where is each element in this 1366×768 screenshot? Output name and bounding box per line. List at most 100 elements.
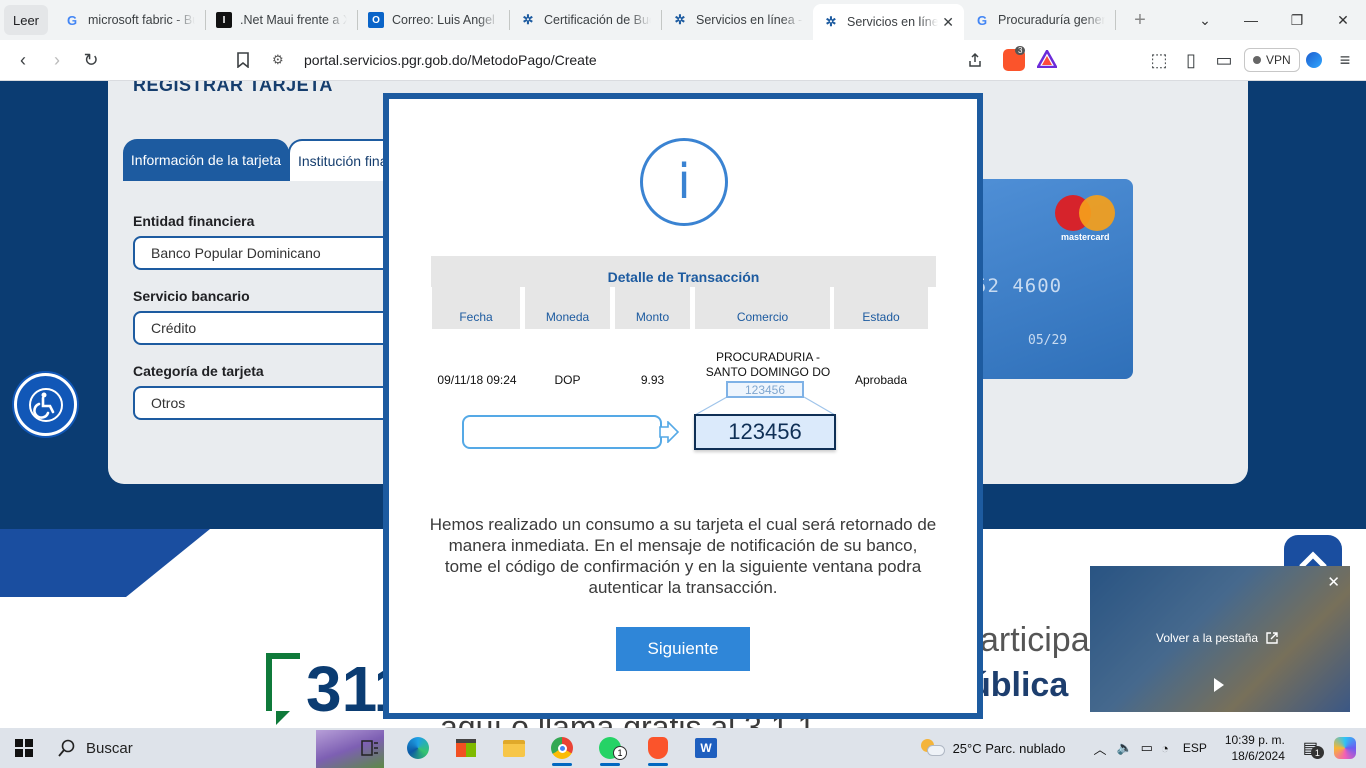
weather-icon[interactable] <box>920 739 945 757</box>
notification-badge: 1 <box>1310 746 1324 759</box>
wheelchair-icon <box>28 387 63 422</box>
transaction-detail-title: Detalle de Transacción <box>431 256 936 287</box>
financial-entity-select[interactable]: Banco Popular Dominicano <box>133 236 403 270</box>
cell-moneda: DOP <box>554 373 581 387</box>
next-button[interactable]: Siguiente <box>616 627 750 671</box>
url-text[interactable]: portal.servicios.pgr.gob.do/MetodoPago/C… <box>304 52 597 68</box>
new-tab-button[interactable]: + <box>1124 9 1156 32</box>
show-hidden-icons[interactable]: ︿ <box>1093 739 1106 758</box>
wifi-icon[interactable]: ◔ <box>1161 741 1169 756</box>
notifications-button[interactable]: ▤ 1 <box>1303 738 1324 759</box>
column-header-estado: Estado <box>834 287 928 329</box>
tab-net-maui[interactable]: I .Net Maui frente a X <box>206 0 357 40</box>
back-to-tab-button[interactable]: Volver a la pestaña <box>1156 631 1278 645</box>
column-header-moneda: Moneda <box>525 287 610 329</box>
back-icon[interactable]: ‹ <box>6 43 40 77</box>
vpn-button[interactable]: VPN <box>1244 48 1300 72</box>
service-icon: ✲ <box>522 12 534 27</box>
search-label: Buscar <box>86 739 133 757</box>
tab-search-icon[interactable]: ⌄ <box>1182 0 1228 40</box>
bank-service-select[interactable]: Crédito <box>133 311 403 345</box>
battery-icon[interactable]: ▭ <box>1141 740 1153 756</box>
column-header-monto: Monto <box>615 287 690 329</box>
volume-icon[interactable]: 🔈 <box>1116 740 1132 756</box>
play-icon[interactable] <box>1214 678 1224 692</box>
task-view-button[interactable] <box>346 728 394 768</box>
leo-ai-icon[interactable] <box>1306 52 1322 68</box>
tab-title: microsoft fabric - Bu <box>88 13 195 27</box>
google-icon: G <box>976 12 988 28</box>
forward-icon[interactable]: › <box>40 43 74 77</box>
share-icon[interactable] <box>958 43 992 77</box>
windows-logo-icon <box>15 739 33 757</box>
tab-servicios-1[interactable]: ✲ Servicios en línea - C <box>662 0 813 40</box>
cell-comercio: PROCURADURIA - SANTO DOMINGO DO <box>705 350 831 379</box>
cell-fecha: 09/11/18 09:24 <box>437 373 517 387</box>
tab-title: Correo: Luis Angel L <box>392 13 499 27</box>
store-icon <box>456 739 476 757</box>
taskbar-whatsapp[interactable]: 1 <box>586 728 634 768</box>
reload-icon[interactable]: ↻ <box>74 43 108 77</box>
taskbar-edge[interactable] <box>394 728 442 768</box>
restore-icon[interactable]: ❐ <box>1274 0 1320 40</box>
minimize-icon[interactable]: — <box>1228 0 1274 40</box>
tab-title: Servicios en línea - C <box>696 13 803 27</box>
picture-in-picture-window[interactable]: Volver a la pestaña ✕ <box>1090 566 1350 712</box>
outlook-icon: O <box>368 12 384 28</box>
wallet-icon[interactable]: ▭ <box>1207 43 1241 77</box>
mastercard-logo-icon <box>1079 195 1115 231</box>
cell-estado: Aprobada <box>854 373 908 387</box>
page-title: REGISTRAR TARJETA <box>133 81 333 95</box>
taskbar-chrome[interactable] <box>538 728 586 768</box>
tab-card-info[interactable]: Información de la tarjeta <box>123 139 289 181</box>
close-tab-icon[interactable]: ✕ <box>942 14 954 31</box>
close-pip-icon[interactable]: ✕ <box>1327 573 1340 591</box>
card-category-label: Categoría de tarjeta <box>133 363 264 379</box>
external-link-icon <box>1266 632 1278 644</box>
service-icon: ✲ <box>674 12 686 27</box>
financial-entity-label: Entidad financiera <box>133 213 255 229</box>
task-view-icon <box>361 740 378 756</box>
transaction-modal: i Detalle de Transacción Fecha Moneda Mo… <box>383 93 983 719</box>
address-toolbar: ‹ › ↻ ⚙ portal.servicios.pgr.gob.do/Meto… <box>0 40 1366 81</box>
taskbar-explorer[interactable] <box>490 728 538 768</box>
close-window-icon[interactable]: ✕ <box>1320 0 1366 40</box>
cell-monto: 9.93 <box>640 373 665 387</box>
taskbar-brave[interactable] <box>634 728 682 768</box>
card-number: 52 4600 <box>975 275 1063 297</box>
arrow-right-icon <box>659 421 680 443</box>
extensions-icon[interactable]: ⬚ <box>1142 43 1176 77</box>
language-indicator[interactable]: ESP <box>1183 741 1207 755</box>
brave-rewards-icon[interactable] <box>1035 48 1059 73</box>
taskbar-search[interactable]: Buscar <box>48 728 384 768</box>
reader-mode-button[interactable]: Leer <box>4 5 48 35</box>
tab-title: Certificación de Bue <box>544 13 651 27</box>
site-info-icon[interactable]: ⚙ <box>272 52 284 68</box>
info-icon: i <box>640 138 728 226</box>
menu-icon[interactable]: ≡ <box>1328 43 1362 77</box>
copilot-icon[interactable] <box>1334 737 1356 759</box>
start-button[interactable] <box>0 728 48 768</box>
logo-311: 311 <box>262 649 409 728</box>
background-heading-bold: ública <box>970 666 1069 704</box>
tab-outlook-mail[interactable]: O Correo: Luis Angel L <box>358 0 509 40</box>
weather-text[interactable]: 25°C Parc. nublado <box>953 741 1066 756</box>
tab-title: .Net Maui frente a X <box>240 13 347 27</box>
taskbar-word[interactable]: W <box>682 728 730 768</box>
card-category-select[interactable]: Otros <box>133 386 403 420</box>
clock[interactable]: 10:39 p. m. 18/6/2024 <box>1225 732 1285 764</box>
tab-title: Servicios en línea <box>847 15 939 29</box>
taskbar-store[interactable] <box>442 728 490 768</box>
sidebar-icon[interactable]: ▯ <box>1174 43 1208 77</box>
accessibility-button[interactable] <box>14 373 77 436</box>
folder-icon <box>503 739 525 757</box>
omnibox[interactable]: ⚙ portal.servicios.pgr.gob.do/MetodoPago… <box>228 44 1064 76</box>
tab-microsoft-fabric[interactable]: G microsoft fabric - Bu <box>54 0 205 40</box>
vpn-label: VPN <box>1266 53 1291 67</box>
confirmation-code-small: 123456 <box>726 381 804 398</box>
tab-procuraduria[interactable]: G Procuraduría genera <box>964 0 1115 40</box>
tab-certificacion[interactable]: ✲ Certificación de Bue <box>510 0 661 40</box>
tab-servicios-active[interactable]: ✲ Servicios en línea ✕ <box>813 4 964 40</box>
search-icon <box>58 739 75 757</box>
instruction-message: Hemos realizado un consumo a su tarjeta … <box>429 515 937 597</box>
